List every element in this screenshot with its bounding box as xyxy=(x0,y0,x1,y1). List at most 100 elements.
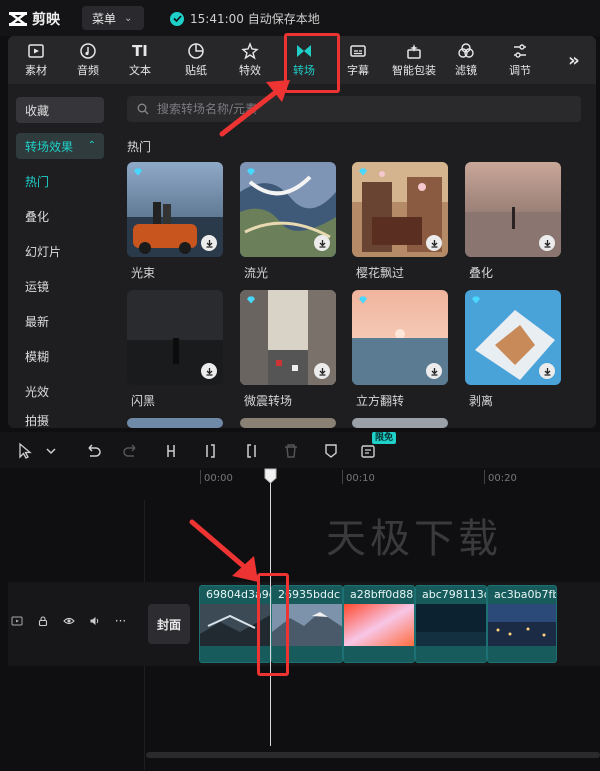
cover-button[interactable]: 封面 xyxy=(148,604,190,644)
eye-icon[interactable] xyxy=(62,614,75,627)
free-badge: 限免 xyxy=(372,432,397,444)
tick-label: 00:00 xyxy=(204,473,233,484)
sidebar-item-transition-effects[interactable]: 转场效果 ⌃ xyxy=(16,133,104,159)
vip-diamond-icon xyxy=(359,168,367,176)
transition-card-partial[interactable] xyxy=(127,418,223,428)
vip-diamond-icon xyxy=(134,168,142,176)
vip-diamond-icon xyxy=(472,296,480,304)
material-panel: 素材 音频 TI 文本 贴纸 特效 转场 字幕 智能包装 滤镜 调节 » 收藏 … xyxy=(8,36,596,428)
transition-card-flash-black[interactable] xyxy=(127,290,223,385)
tool-effects[interactable]: 特效 xyxy=(224,40,276,80)
caption-icon xyxy=(361,445,375,458)
sidebar-item-slideshow[interactable]: 幻灯片 xyxy=(16,238,104,264)
split-button[interactable] xyxy=(162,442,180,460)
cursor-icon xyxy=(19,442,32,459)
tick-label: 00:20 xyxy=(488,473,517,484)
search-bar[interactable] xyxy=(127,96,581,122)
tool-text[interactable]: TI 文本 xyxy=(114,40,166,80)
sidebar-item-light[interactable]: 光效 xyxy=(16,378,104,404)
transition-card-streamer[interactable] xyxy=(240,162,336,257)
vip-diamond-icon xyxy=(247,296,255,304)
more-icon[interactable]: ··· xyxy=(114,614,127,628)
menu-label: 菜单 xyxy=(92,11,117,26)
delete-button[interactable] xyxy=(282,442,300,460)
tool-sticker[interactable]: 贴纸 xyxy=(170,40,222,80)
download-icon[interactable] xyxy=(201,363,217,379)
trim-right-icon xyxy=(247,444,256,458)
highlight-box-clip-junction xyxy=(257,573,289,676)
timeline-ruler[interactable]: 00:00 00:10 00:20 xyxy=(0,468,600,488)
sidebar-item-favorites[interactable]: 收藏 xyxy=(16,97,104,123)
tool-media[interactable]: 素材 xyxy=(10,40,62,80)
transition-label-flash-black: 闪黑 xyxy=(131,394,156,408)
chevron-down-icon xyxy=(46,448,56,455)
transition-label-beam: 光束 xyxy=(131,266,156,280)
marker-button[interactable] xyxy=(322,442,340,460)
transition-card-sakura[interactable] xyxy=(352,162,448,257)
transition-card-micro-shake[interactable] xyxy=(240,290,336,385)
adjust-icon xyxy=(514,44,526,58)
transition-card-peel[interactable] xyxy=(465,290,561,385)
media-icon xyxy=(28,44,44,58)
app-logo: 剪映 xyxy=(8,9,60,29)
delete-left-button[interactable] xyxy=(202,442,220,460)
video-clip[interactable]: abc798113d xyxy=(415,585,487,663)
playhead-handle[interactable] xyxy=(264,468,277,484)
video-clip[interactable]: ac3ba0b7fb xyxy=(487,585,557,663)
transition-card-partial[interactable] xyxy=(352,418,448,428)
section-title: 热门 xyxy=(127,140,152,154)
transition-card-dissolve[interactable] xyxy=(465,162,561,257)
watermark: 天极下载 xyxy=(326,516,502,562)
trim-left-icon xyxy=(206,444,215,458)
chevron-up-icon: ⌃ xyxy=(87,140,96,151)
download-icon[interactable] xyxy=(314,235,330,251)
text-icon: TI xyxy=(132,42,148,60)
menu-button[interactable]: 菜单 ⌄ xyxy=(82,6,144,30)
auto-caption-button[interactable] xyxy=(360,442,378,460)
download-icon[interactable] xyxy=(314,363,330,379)
sidebar-item-dissolve[interactable]: 叠化 xyxy=(16,203,104,229)
filter-icon xyxy=(458,43,474,58)
delete-right-button[interactable] xyxy=(242,442,260,460)
sidebar-item-shoot[interactable]: 拍摄 xyxy=(16,412,104,428)
horizontal-scrollbar[interactable] xyxy=(146,752,600,758)
download-icon[interactable] xyxy=(426,363,442,379)
tool-smart-pack[interactable]: 智能包装 xyxy=(388,40,440,80)
redo-button[interactable] xyxy=(122,442,140,460)
transition-card-cube-flip[interactable] xyxy=(352,290,448,385)
clip-name: ac3ba0b7fb xyxy=(494,588,557,601)
transition-sidebar: 收藏 转场效果 ⌃ 热门 叠化 幻灯片 运镜 最新 模糊 光效 拍摄 xyxy=(8,88,112,428)
search-icon xyxy=(137,103,149,115)
undo-icon xyxy=(88,444,101,457)
sidebar-item-hot[interactable]: 热门 xyxy=(16,168,104,194)
select-mode-dropdown[interactable] xyxy=(42,442,60,460)
transition-label-sakura: 樱花飘过 xyxy=(356,266,405,280)
sidebar-item-latest[interactable]: 最新 xyxy=(16,308,104,334)
download-icon[interactable] xyxy=(539,363,555,379)
select-tool-button[interactable] xyxy=(16,442,34,460)
split-icon xyxy=(167,445,175,457)
tool-filter[interactable]: 滤镜 xyxy=(440,40,492,80)
vip-diamond-icon xyxy=(359,296,367,304)
undo-button[interactable] xyxy=(84,442,102,460)
transition-card-beam[interactable] xyxy=(127,162,223,257)
download-icon[interactable] xyxy=(201,235,217,251)
volume-icon[interactable] xyxy=(88,614,101,627)
video-clip[interactable]: a28bff0d881 xyxy=(343,585,415,663)
sidebar-item-camera-move[interactable]: 运镜 xyxy=(16,273,104,299)
title-bar: 剪映 菜单 ⌄ 15:41:00 自动保存本地 xyxy=(0,0,600,36)
more-tools-button[interactable]: » xyxy=(556,40,592,80)
tool-audio[interactable]: 音频 xyxy=(62,40,114,80)
transition-label-peel: 剥离 xyxy=(469,394,494,408)
transition-label-micro-shake: 微震转场 xyxy=(244,394,293,408)
sticker-icon xyxy=(188,43,204,59)
download-icon[interactable] xyxy=(539,235,555,251)
transition-card-partial[interactable] xyxy=(240,418,336,428)
sidebar-item-blur[interactable]: 模糊 xyxy=(16,343,104,369)
download-icon[interactable] xyxy=(426,235,442,251)
tool-adjust[interactable]: 调节 xyxy=(494,40,546,80)
track-controls: ··· xyxy=(10,614,127,628)
clip-thumbnail xyxy=(416,604,486,646)
annotation-arrow xyxy=(189,519,258,582)
lock-icon[interactable] xyxy=(36,614,49,627)
